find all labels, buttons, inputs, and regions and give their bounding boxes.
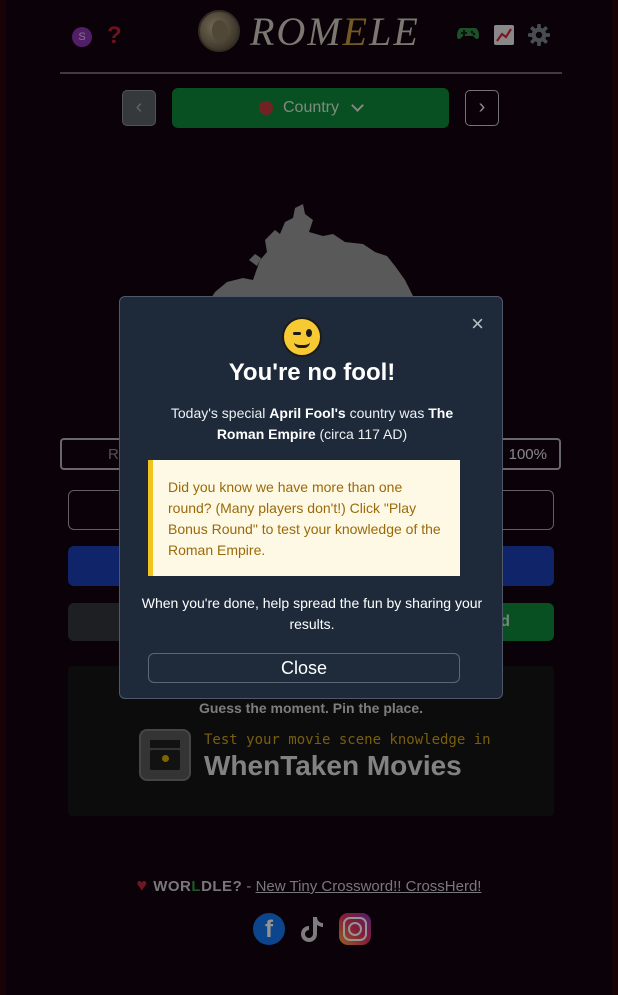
close-icon[interactable]: × [471, 311, 484, 337]
modal-text-bold: April Fool's [269, 405, 346, 421]
modal-message: Today's special April Fool's country was… [160, 403, 464, 445]
winking-face-icon [282, 317, 322, 357]
modal-text-part: Today's special [170, 405, 270, 421]
modal-text-part: (circa 117 AD) [315, 426, 408, 442]
close-button[interactable]: Close [148, 653, 460, 683]
april-fools-modal: × You're no fool! Today's special April … [119, 296, 503, 699]
modal-text-part: country was [345, 405, 429, 421]
bonus-round-tip: Did you know we have more than one round… [148, 460, 460, 576]
modal-title: You're no fool! [228, 359, 396, 386]
modal-footer-text: When you're done, help spread the fun by… [141, 595, 483, 632]
